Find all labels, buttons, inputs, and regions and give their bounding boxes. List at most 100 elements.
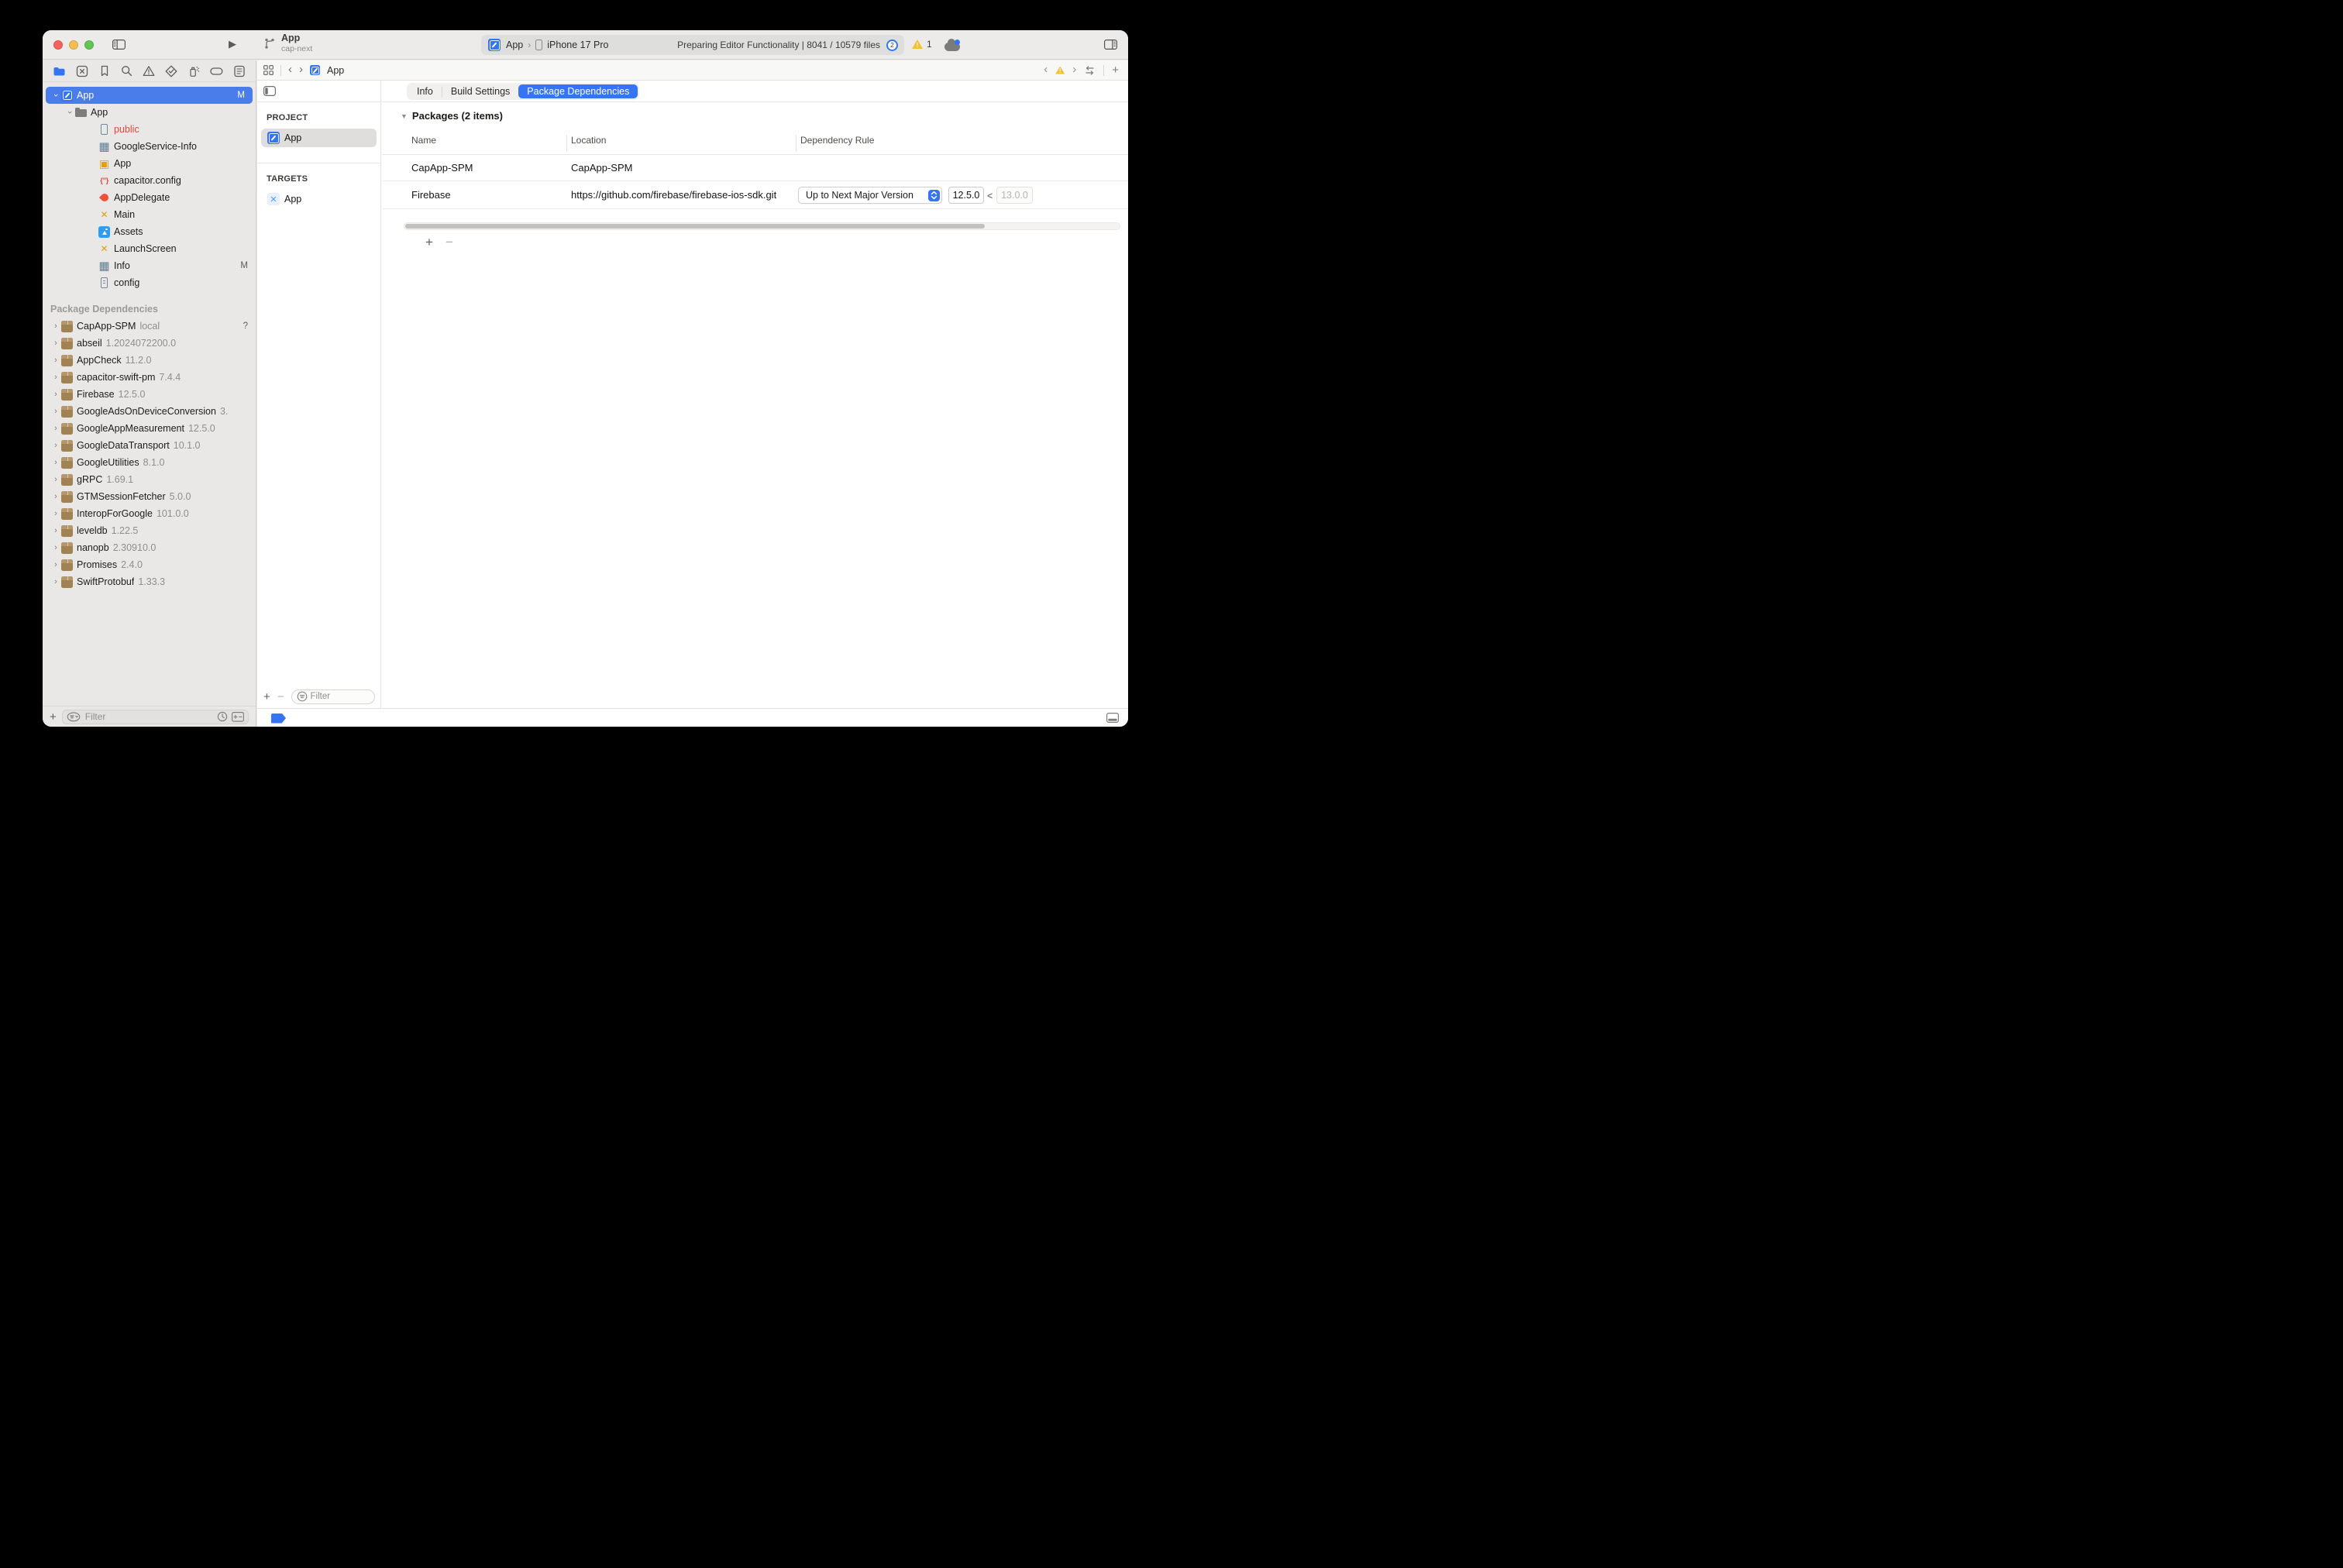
navigator-row[interactable]: ›capacitor-swift-pm7.4.4	[43, 369, 256, 386]
navigator-row[interactable]: ›GoogleAdsOnDeviceConversion3.	[43, 403, 256, 420]
navigator-filter-field[interactable]: Filter	[62, 710, 249, 724]
disclosure-chevron-icon[interactable]: ›	[50, 492, 61, 501]
tab-info[interactable]: Info	[408, 84, 442, 98]
remove-target-button[interactable]: −	[277, 691, 284, 703]
horizontal-scrollbar[interactable]	[404, 222, 1120, 230]
navigator-row[interactable]: AppDelegate	[43, 189, 256, 206]
navigator-row[interactable]: ›AppM	[46, 87, 253, 104]
navigator-row[interactable]: ›Promises2.4.0	[43, 556, 256, 573]
navigator-row[interactable]: ›gRPC1.69.1	[43, 471, 256, 488]
activity-view[interactable]: Preparing Editor Functionality | 8041 / …	[677, 40, 898, 51]
related-items-icon[interactable]	[263, 65, 274, 75]
run-button[interactable]: ▶	[229, 38, 236, 50]
scheme-project-label[interactable]: App	[506, 40, 523, 50]
tests-navigator-icon[interactable]	[165, 65, 177, 77]
source-control-status-filter-icon[interactable]	[232, 712, 244, 722]
navigator-row[interactable]: ›GTMSessionFetcher5.0.0	[43, 488, 256, 505]
tab-package-dependencies[interactable]: Package Dependencies	[518, 84, 638, 98]
debug-navigator-icon[interactable]	[188, 65, 200, 77]
changes-navigator-icon[interactable]	[76, 65, 88, 77]
navigator-row[interactable]: ›GoogleAppMeasurement12.5.0	[43, 420, 256, 437]
max-version-field[interactable]: 13.0.0	[996, 187, 1033, 204]
find-navigator-icon[interactable]	[121, 65, 132, 77]
project-navigator-icon[interactable]	[53, 65, 66, 77]
navigator-row[interactable]: config	[43, 274, 256, 291]
add-item-button[interactable]: +	[50, 711, 57, 723]
navigator-row[interactable]: InfoM	[43, 257, 256, 274]
column-name[interactable]: Name	[411, 135, 436, 146]
navigator-row[interactable]: capacitor.config	[43, 172, 256, 189]
disclosure-chevron-icon[interactable]: ›	[50, 475, 61, 484]
target-row[interactable]: App	[261, 190, 377, 208]
packages-section-title[interactable]: ▼ Packages (2 items)	[401, 110, 503, 122]
navigator-row[interactable]: ›Firebase12.5.0	[43, 386, 256, 403]
add-package-button[interactable]: +	[425, 236, 433, 249]
toggle-bottom-panel-icon[interactable]	[1106, 713, 1119, 723]
scheme-device-label[interactable]: iPhone 17 Pro	[547, 40, 608, 50]
disclosure-chevron-icon[interactable]: ▼	[401, 112, 408, 120]
disclosure-chevron-icon[interactable]: ›	[50, 356, 61, 365]
toggle-left-sidebar-icon[interactable]	[112, 40, 126, 50]
navigator-row[interactable]: App	[43, 155, 256, 172]
navigator-row[interactable]: ›leveldb1.22.5	[43, 522, 256, 539]
scrollbar-thumb[interactable]	[405, 224, 985, 229]
navigator-row[interactable]: ›InteropForGoogle101.0.0	[43, 505, 256, 522]
navigator-row[interactable]: ›CapApp-SPMlocal?	[43, 318, 256, 335]
breakpoints-navigator-icon[interactable]	[210, 65, 223, 77]
disclosure-chevron-icon[interactable]: ›	[50, 407, 61, 416]
close-window-button[interactable]	[53, 40, 63, 50]
swap-editor-icon[interactable]	[1084, 66, 1096, 75]
bookmarks-navigator-icon[interactable]	[98, 65, 111, 77]
column-separator[interactable]	[566, 135, 567, 152]
pane-filter-field[interactable]: Filter	[291, 689, 375, 704]
warning-count-group[interactable]: 1	[912, 39, 932, 50]
disclosure-chevron-icon[interactable]: ›	[50, 322, 61, 331]
navigator-row[interactable]: ›GoogleDataTransport10.1.0	[43, 437, 256, 454]
navigator-row[interactable]: GoogleService-Info	[43, 138, 256, 155]
min-version-field[interactable]: 12.5.0	[948, 187, 984, 204]
disclosure-chevron-icon[interactable]: ›	[50, 390, 61, 399]
disclosure-chevron-icon[interactable]: ›	[50, 424, 61, 433]
zoom-window-button[interactable]	[84, 40, 94, 50]
navigator-row[interactable]: ›App	[43, 104, 256, 121]
navigator-row[interactable]: ›nanopb2.30910.0	[43, 539, 256, 556]
disclosure-chevron-icon[interactable]: ›	[50, 373, 61, 382]
tab-build-settings[interactable]: Build Settings	[442, 84, 518, 98]
disclosure-chevron-icon[interactable]: ›	[50, 577, 61, 586]
forward-icon[interactable]: ›	[299, 64, 303, 75]
previous-issue-icon[interactable]: ‹	[1044, 64, 1048, 75]
disclosure-chevron-icon[interactable]: ›	[50, 441, 61, 450]
minimize-window-button[interactable]	[69, 40, 78, 50]
navigator-row[interactable]: ›GoogleUtilities8.1.0	[43, 454, 256, 471]
disclosure-chevron-icon[interactable]: ›	[50, 509, 61, 518]
next-issue-icon[interactable]: ›	[1072, 64, 1076, 75]
navigator-row[interactable]: public	[43, 121, 256, 138]
issues-navigator-icon[interactable]	[143, 65, 155, 77]
navigator-row[interactable]: ›SwiftProtobuf1.33.3	[43, 573, 256, 590]
project-row[interactable]: App	[261, 129, 377, 147]
reports-navigator-icon[interactable]	[233, 65, 246, 77]
collapse-pane-icon[interactable]	[263, 86, 276, 96]
disclosure-chevron-icon[interactable]: ›	[50, 560, 61, 569]
disclosure-chevron-icon[interactable]: ›	[50, 339, 61, 348]
disclosure-chevron-icon[interactable]: ›	[50, 543, 61, 552]
navigator-row[interactable]: LaunchScreen	[43, 240, 256, 257]
progress-ring[interactable]: 2	[886, 40, 898, 51]
column-location[interactable]: Location	[571, 135, 606, 146]
toggle-right-sidebar-icon[interactable]	[1104, 40, 1117, 50]
navigator-row[interactable]: ›abseil1.2024072200.0	[43, 335, 256, 352]
disclosure-chevron-icon[interactable]: ›	[65, 107, 74, 118]
tag-flag-icon[interactable]	[271, 714, 286, 724]
disclosure-chevron-icon[interactable]: ›	[51, 90, 60, 101]
recent-files-icon[interactable]	[217, 711, 228, 722]
scheme-selector[interactable]: App › iPhone 17 Pro Preparing Editor Fun…	[481, 35, 904, 55]
remove-package-button[interactable]: −	[446, 236, 453, 249]
column-dependency-rule[interactable]: Dependency Rule	[800, 135, 874, 146]
navigator-row[interactable]: ›AppCheck11.2.0	[43, 352, 256, 369]
dependency-rule-popup[interactable]: Up to Next Major Version	[798, 187, 942, 204]
disclosure-chevron-icon[interactable]: ›	[50, 526, 61, 535]
package-row-capapp-spm[interactable]: CapApp-SPM CapApp-SPM	[382, 155, 1128, 181]
cloud-sync-icon[interactable]	[944, 43, 960, 51]
package-row-firebase[interactable]: Firebase https://github.com/firebase/fir…	[382, 181, 1128, 209]
navigator-row[interactable]: Assets	[43, 223, 256, 240]
